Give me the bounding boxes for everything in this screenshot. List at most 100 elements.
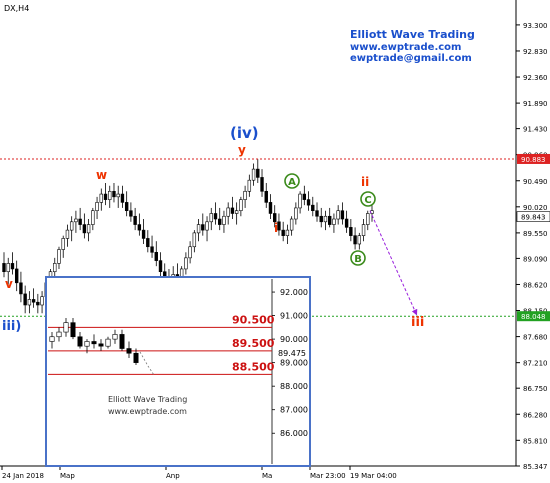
candle-body <box>99 193 103 203</box>
candle-body <box>146 238 150 248</box>
candle-body <box>260 177 264 192</box>
inset-candle-body <box>49 336 55 342</box>
candle-body <box>57 249 61 264</box>
candle-body <box>2 263 6 273</box>
candle-body <box>40 296 44 306</box>
candle-body <box>234 210 239 214</box>
inset-tick-label: 90.000 <box>280 335 308 344</box>
inset-side-label: 89.475 <box>278 349 306 358</box>
candle-body <box>137 224 142 231</box>
wave-label-C: C <box>360 191 376 207</box>
price-tick-label: 91.890 <box>523 100 548 108</box>
candle-body <box>188 246 192 259</box>
candle-body <box>36 301 40 306</box>
candle-body <box>91 210 95 225</box>
price-tick-label: 86.750 <box>523 385 548 393</box>
candle-body <box>306 199 311 206</box>
candle-body <box>218 218 222 225</box>
candle-body <box>201 224 205 231</box>
wave-label-iv: (iv) <box>230 124 259 142</box>
candle-body <box>6 263 10 273</box>
candle-body <box>141 229 146 239</box>
candle-body <box>213 213 218 220</box>
candle-body <box>116 193 120 198</box>
price-tick-label: 89.090 <box>523 255 548 263</box>
wave-label-i: i <box>274 221 278 235</box>
brand-website: www.ewptrade.com <box>350 42 461 53</box>
wave-label-A: A <box>284 173 300 189</box>
symbol-label: DX,H4 <box>4 4 29 13</box>
candle-body <box>353 235 357 245</box>
wave-label-B: B <box>350 250 366 266</box>
inset-tick-label: 88.000 <box>280 382 308 391</box>
candle-body <box>10 263 15 270</box>
inset-brand: Elliott Wave Trading <box>108 395 187 404</box>
inset-candle-body <box>56 331 62 338</box>
price-tick-label: 87.680 <box>523 334 548 342</box>
candle-body <box>323 215 328 223</box>
candle-body <box>315 210 319 217</box>
candle-body <box>243 190 247 200</box>
candle-body <box>23 293 27 306</box>
candle-body <box>124 202 129 212</box>
inset-candle-body <box>70 322 76 338</box>
wave-label-C-text: C <box>364 195 371 206</box>
price-tick-label: 86.280 <box>523 411 548 419</box>
candle-body <box>108 190 112 200</box>
price-tick-label: 90.490 <box>523 178 548 186</box>
candle-body <box>154 252 158 261</box>
current-price-tag-text: 89.843 <box>521 214 546 222</box>
candle-body <box>192 232 197 248</box>
candle-body <box>86 224 91 234</box>
candle-body <box>319 215 323 223</box>
candle-body <box>332 218 336 225</box>
candle-body <box>256 168 260 178</box>
candle-body <box>27 299 32 306</box>
candle-body <box>65 229 70 239</box>
candle-body <box>129 210 133 217</box>
price-tick-label: 89.550 <box>523 230 548 238</box>
inset-candle-body <box>98 343 104 347</box>
time-tick-label: Mar 23:00 <box>310 472 346 480</box>
price-tick-label: 85.810 <box>523 437 548 445</box>
inset-tick-label: 87.000 <box>280 406 308 415</box>
candle-body <box>357 235 362 245</box>
candle-body <box>19 282 23 295</box>
candle-body <box>247 179 252 192</box>
inset-tick-label: 91.000 <box>280 312 308 321</box>
time-tick-label: 24 Jan 2018 <box>2 472 44 480</box>
inset-site: www.ewptrade.com <box>108 407 187 416</box>
price-tick-label: 93.300 <box>523 22 548 30</box>
price-tick-label: 91.430 <box>523 126 548 134</box>
candle-body <box>209 213 213 223</box>
price-tick-label: 90.020 <box>523 204 548 212</box>
candle-body <box>205 221 209 231</box>
wave-label-w: w <box>96 168 107 182</box>
inset-tick-label: 89.000 <box>280 359 308 368</box>
price-tick-label: 85.347 <box>523 463 548 471</box>
time-tick-label: Map <box>60 472 75 480</box>
wave-label-v: v <box>5 277 13 291</box>
candle-body <box>95 202 99 212</box>
candle-body <box>349 227 353 236</box>
inset-candle-body <box>133 352 139 363</box>
candle-body <box>336 210 340 220</box>
inset-candle-body <box>126 348 132 354</box>
candle-body <box>281 229 285 236</box>
time-tick-label: Ma <box>262 472 272 480</box>
candle-body <box>31 299 36 303</box>
candle-body <box>82 224 87 234</box>
candle-body <box>103 193 108 200</box>
price-tick-label: 92.360 <box>523 74 548 82</box>
inset-candle-body <box>84 341 90 347</box>
price-level-tag-text: 90.883 <box>521 156 546 164</box>
candle-body <box>14 268 19 284</box>
candle-body <box>294 207 298 220</box>
candle-body <box>298 193 302 209</box>
price-tick-label: 92.830 <box>523 48 548 56</box>
candle-body <box>61 238 65 250</box>
inset-candle-body <box>105 338 111 347</box>
candle-body <box>74 218 78 223</box>
price-tick-label: 87.210 <box>523 360 548 368</box>
candle-body <box>78 218 82 225</box>
